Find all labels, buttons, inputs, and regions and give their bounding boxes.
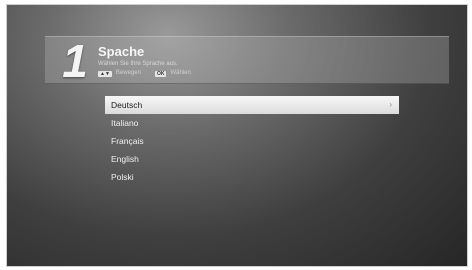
tv-screen: 1 Spache Wählen Sie Ihre Sprache aus. ▲▼… — [6, 4, 468, 267]
language-label: Polski — [111, 172, 134, 182]
step-number: 1 — [62, 35, 88, 87]
language-item-polski[interactable]: Polski — [105, 168, 399, 186]
language-list: Deutsch › Italiano Français English Pols… — [105, 96, 399, 186]
hint-move-label: Bewegen — [115, 70, 141, 76]
hint-select-label: Wählen — [170, 70, 191, 76]
language-label: Deutsch — [111, 100, 143, 110]
language-item-francais[interactable]: Français — [105, 132, 399, 150]
language-item-italiano[interactable]: Italiano — [105, 114, 399, 132]
language-label: English — [111, 154, 139, 164]
page-title: Spache — [98, 44, 145, 59]
language-label: Français — [111, 136, 144, 146]
ok-key-icon: OK — [154, 70, 167, 77]
language-label: Italiano — [111, 118, 139, 128]
chevron-right-icon: › — [389, 100, 392, 109]
page-subtitle: Wählen Sie Ihre Sprache aus. — [98, 61, 178, 67]
arrow-keys-icon: ▲▼ — [98, 70, 112, 77]
button-hints: ▲▼ Bewegen OK Wählen — [98, 69, 201, 78]
language-item-deutsch[interactable]: Deutsch › — [105, 96, 399, 114]
language-item-english[interactable]: English — [105, 150, 399, 168]
